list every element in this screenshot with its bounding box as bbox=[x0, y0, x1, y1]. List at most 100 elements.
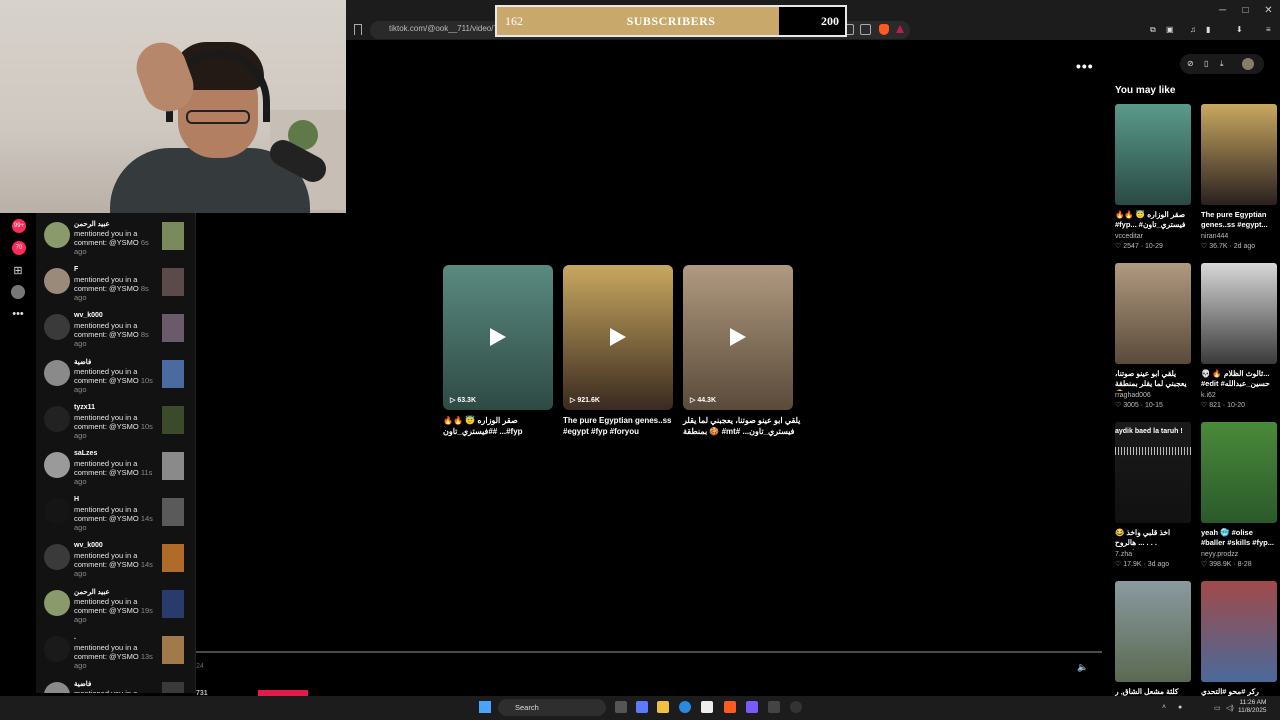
discord-icon[interactable] bbox=[746, 701, 758, 713]
minimize-icon[interactable]: ─ bbox=[1211, 0, 1234, 20]
notification-avatar[interactable] bbox=[44, 406, 70, 432]
message-badge[interactable]: 70 bbox=[12, 241, 26, 255]
recommendation-user[interactable]: niran444 bbox=[1201, 233, 1279, 240]
recommendation-user[interactable]: 7.zha bbox=[1115, 551, 1193, 558]
notification-item[interactable]: F mentioned you in a comment: @YSMO 8s a… bbox=[36, 263, 196, 309]
recommendation-card[interactable]: كلثة مشعل الشاق, ر الرخيص bbox=[1115, 581, 1193, 711]
recommendation-card[interactable]: The pure Egyptian genes..ss #egypt... ni… bbox=[1201, 104, 1279, 250]
notification-avatar[interactable] bbox=[44, 544, 70, 570]
recommendation-caption[interactable]: The pure Egyptian genes..ss #egypt... bbox=[1201, 210, 1279, 232]
store-icon[interactable] bbox=[701, 701, 713, 713]
download-app-icon[interactable]: ⤓ bbox=[1220, 59, 1224, 69]
notification-item[interactable]: فاضية mentioned you in a comment: @YSMO … bbox=[36, 355, 196, 401]
profile-avatar[interactable] bbox=[11, 285, 25, 299]
bookmarks-icon[interactable]: ▮ bbox=[1206, 25, 1210, 34]
recommendation-thumbnail[interactable] bbox=[1201, 422, 1277, 523]
taskbar-clock[interactable]: 11:26 AM 11/8/2025 bbox=[1238, 699, 1266, 715]
notification-user[interactable]: F bbox=[74, 266, 78, 273]
recommendation-caption[interactable]: يلقي ابو عينو صوتنا، يعجبني لما يقلر بمن… bbox=[1115, 369, 1193, 391]
notification-avatar[interactable] bbox=[44, 452, 70, 478]
notification-item[interactable]: H mentioned you in a comment: @YSMO 14s … bbox=[36, 493, 196, 539]
notification-user[interactable]: فاضية bbox=[74, 358, 91, 366]
video-caption[interactable]: The pure Egyptian genes..ss #egypt #fyp … bbox=[563, 415, 681, 437]
recommendation-thumbnail[interactable] bbox=[1115, 581, 1191, 682]
recommendation-card[interactable]: yeah 🥶 #olise #baller #skills #fyp... ne… bbox=[1201, 422, 1279, 568]
notification-thumbnail[interactable] bbox=[162, 406, 184, 434]
notification-thumbnail[interactable] bbox=[162, 544, 184, 572]
bookmark-icon[interactable] bbox=[354, 24, 362, 35]
video-caption[interactable]: 🔥🔥 😇 صقر الوزاره #فيستري_تاون# ...#fyp bbox=[443, 415, 561, 437]
video-card[interactable]: ▷ 63.3K 🔥🔥 😇 صقر الوزاره #فيستري_تاون# .… bbox=[443, 265, 553, 437]
play-icon[interactable] bbox=[730, 328, 746, 346]
windows-start-icon[interactable] bbox=[479, 701, 491, 713]
download-icon[interactable]: ⬇ bbox=[1236, 25, 1243, 34]
notification-avatar[interactable] bbox=[44, 590, 70, 616]
recommendation-thumbnail[interactable] bbox=[1201, 104, 1277, 205]
mobile-icon[interactable]: ▯ bbox=[1204, 59, 1208, 68]
recommendation-caption[interactable]: 🔥🔥 😇 صقر الوزاره #fyp... #فيستري_تاون bbox=[1115, 210, 1193, 232]
notification-thumbnail[interactable] bbox=[162, 682, 184, 693]
video-progress-bar[interactable] bbox=[196, 651, 1102, 653]
menu-icon[interactable]: ≡ bbox=[1266, 25, 1271, 34]
notification-item[interactable]: tyzx11 mentioned you in a comment: @YSMO… bbox=[36, 401, 196, 447]
url-text[interactable]: tiktok.com/@ook__711/video/756 bbox=[389, 24, 507, 33]
play-icon[interactable] bbox=[610, 328, 626, 346]
brave-rewards-icon[interactable] bbox=[896, 25, 904, 33]
notification-item[interactable]: فاضية mentioned you in a comment bbox=[36, 677, 196, 693]
brave-shield-icon[interactable] bbox=[879, 24, 889, 35]
notification-avatar[interactable] bbox=[44, 314, 70, 340]
recommendation-card[interactable]: 🔥🔥 😇 صقر الوزاره #fyp... #فيستري_تاون vc… bbox=[1115, 104, 1193, 250]
notification-thumbnail[interactable] bbox=[162, 268, 184, 296]
notification-item[interactable]: saLzes mentioned you in a comment: @YSMO… bbox=[36, 447, 196, 493]
notification-thumbnail[interactable] bbox=[162, 360, 184, 388]
share-icon[interactable] bbox=[860, 24, 871, 35]
video-thumbnail[interactable]: ▷ 44.3K bbox=[683, 265, 793, 410]
notification-user[interactable]: فاضية bbox=[74, 680, 91, 688]
notification-avatar[interactable] bbox=[44, 636, 70, 662]
notification-user[interactable]: . bbox=[74, 634, 76, 641]
taskbar-search-label[interactable]: Search bbox=[515, 703, 539, 712]
more-options-icon[interactable]: ••• bbox=[1076, 58, 1094, 74]
edge-icon[interactable] bbox=[679, 701, 691, 713]
upload-icon[interactable]: ⊞ bbox=[11, 263, 25, 277]
recommendation-card[interactable]: يلقي ابو عينو صوتنا، يعجبني لما يقلر بمن… bbox=[1115, 263, 1193, 409]
chrome-icon[interactable] bbox=[790, 701, 802, 713]
recommendation-caption[interactable]: 😂 اخذ قلبي واخذ هالروح ... . . . #explor… bbox=[1115, 528, 1193, 550]
notification-thumbnail[interactable] bbox=[162, 498, 184, 526]
user-avatar[interactable] bbox=[1242, 58, 1254, 70]
recommendation-thumbnail[interactable] bbox=[1115, 263, 1191, 364]
video-caption[interactable]: يلقي ابو عينو صوتنا، يعجبني لما يقلر 🍪 ب… bbox=[683, 415, 801, 437]
recommendation-card[interactable]: aydik baed la taruh ! 😂 اخذ قلبي واخذ ها… bbox=[1115, 422, 1193, 568]
notification-user[interactable]: wv_k000 bbox=[74, 542, 103, 549]
notification-user[interactable]: saLzes bbox=[74, 450, 97, 457]
notification-item[interactable]: wv_k000 mentioned you in a comment: @YSM… bbox=[36, 309, 196, 355]
play-icon[interactable] bbox=[490, 328, 506, 346]
notification-user[interactable]: عبيد الرحمن bbox=[74, 588, 110, 596]
notification-item[interactable]: wv_k000 mentioned you in a comment: @YSM… bbox=[36, 539, 196, 585]
recommendation-caption[interactable]: 💀 🔥 ثالوث الظلام... #edit #حسين_عبدالله bbox=[1201, 369, 1279, 391]
sidebar-icon[interactable]: ▣ bbox=[1166, 25, 1174, 34]
notification-user[interactable]: H bbox=[74, 496, 79, 503]
tray-mic-icon[interactable]: ● bbox=[1178, 704, 1182, 711]
tray-volume-icon[interactable]: ◁) bbox=[1226, 704, 1234, 712]
recommendation-user[interactable]: rraghad006 bbox=[1115, 392, 1193, 399]
maximize-icon[interactable]: □ bbox=[1234, 0, 1257, 20]
notification-thumbnail[interactable] bbox=[162, 314, 184, 342]
video-card[interactable]: ▷ 44.3K يلقي ابو عينو صوتنا، يعجبني لما … bbox=[683, 265, 800, 437]
compass-icon[interactable]: ⊘ bbox=[1187, 59, 1194, 68]
copilot-icon[interactable] bbox=[636, 701, 648, 713]
video-card[interactable]: ▷ 921.6K The pure Egyptian genes..ss #eg… bbox=[563, 265, 673, 437]
video-thumbnail[interactable]: ▷ 63.3K bbox=[443, 265, 553, 410]
file-explorer-icon[interactable] bbox=[657, 701, 669, 713]
tray-chevron-icon[interactable]: ˄ bbox=[1162, 704, 1166, 711]
music-icon[interactable]: ♫ bbox=[1190, 25, 1196, 34]
recommendation-thumbnail[interactable] bbox=[1201, 263, 1277, 364]
obs-icon[interactable] bbox=[768, 701, 780, 713]
recommendation-user[interactable]: vcceditar bbox=[1115, 233, 1193, 240]
notification-avatar[interactable] bbox=[44, 222, 70, 248]
notification-thumbnail[interactable] bbox=[162, 636, 184, 664]
recommendation-caption[interactable]: yeah 🥶 #olise #baller #skills #fyp... bbox=[1201, 528, 1279, 550]
notification-item[interactable]: . mentioned you in a comment: @YSMO 13s … bbox=[36, 631, 196, 677]
brave-taskbar-icon[interactable] bbox=[724, 701, 736, 713]
more-icon[interactable]: ••• bbox=[11, 307, 25, 321]
